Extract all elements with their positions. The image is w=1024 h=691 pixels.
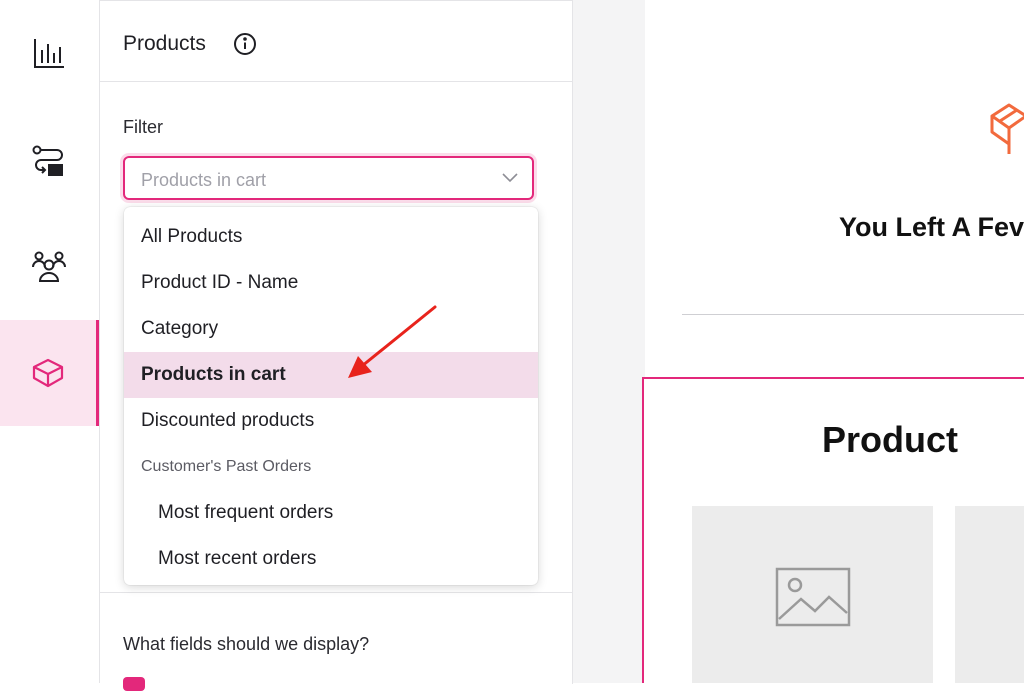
menu-item-product-id-name[interactable]: Product ID - Name bbox=[124, 260, 538, 306]
workflow-icon bbox=[32, 145, 63, 176]
rail-item-analytics[interactable] bbox=[0, 0, 98, 106]
annotation-arrow bbox=[348, 305, 437, 378]
email-preview-canvas: You Left A Fev Product bbox=[573, 0, 1024, 683]
filter-dropdown-menu: All Products Product ID - Name Category … bbox=[124, 207, 538, 585]
menu-item-category[interactable]: Category bbox=[124, 306, 538, 352]
menu-item-label: Discounted products bbox=[141, 410, 315, 431]
fields-label: What fields should we display? bbox=[123, 634, 370, 654]
filter-select[interactable]: Products in cart bbox=[123, 156, 534, 200]
brand-logo bbox=[990, 103, 1024, 154]
menu-item-label: Most frequent orders bbox=[158, 502, 334, 523]
filter-select-value: Products in cart bbox=[141, 170, 267, 190]
menu-item-label: Most recent orders bbox=[158, 548, 317, 569]
menu-item-label: Product ID - Name bbox=[141, 272, 299, 293]
info-icon[interactable] bbox=[233, 32, 257, 56]
menu-item-products-in-cart[interactable]: Products in cart bbox=[124, 352, 538, 398]
icon-sidebar bbox=[0, 0, 100, 683]
menu-group-label: Customer's Past Orders bbox=[141, 458, 312, 475]
product-box-icon bbox=[32, 358, 64, 388]
chevron-down-icon bbox=[502, 173, 518, 183]
email-heading: You Left A Fev bbox=[839, 212, 1024, 242]
section-divider bbox=[100, 592, 572, 593]
email-divider bbox=[682, 314, 1024, 315]
rail-item-workflow[interactable] bbox=[0, 107, 98, 213]
product-card[interactable] bbox=[955, 506, 1024, 683]
panel-header: Products bbox=[100, 1, 572, 82]
product-block-title: Product bbox=[822, 419, 959, 460]
filter-label: Filter bbox=[123, 117, 163, 137]
field-checkbox[interactable] bbox=[123, 677, 145, 691]
image-placeholder-icon bbox=[775, 567, 851, 627]
menu-item-label: Category bbox=[141, 318, 219, 339]
audience-icon bbox=[32, 251, 66, 282]
menu-item-label: All Products bbox=[141, 226, 243, 247]
menu-item-most-recent-orders[interactable]: Most recent orders bbox=[124, 536, 538, 582]
menu-item-all-products[interactable]: All Products bbox=[124, 214, 538, 260]
panel-title: Products bbox=[123, 32, 206, 55]
menu-item-most-frequent-orders[interactable]: Most frequent orders bbox=[124, 490, 538, 536]
menu-item-label: Products in cart bbox=[141, 364, 286, 385]
menu-item-discounted-products[interactable]: Discounted products bbox=[124, 398, 538, 444]
analytics-icon bbox=[34, 39, 64, 68]
rail-item-audience[interactable] bbox=[0, 213, 98, 319]
rail-item-products[interactable] bbox=[0, 320, 99, 426]
product-card[interactable] bbox=[692, 506, 933, 683]
